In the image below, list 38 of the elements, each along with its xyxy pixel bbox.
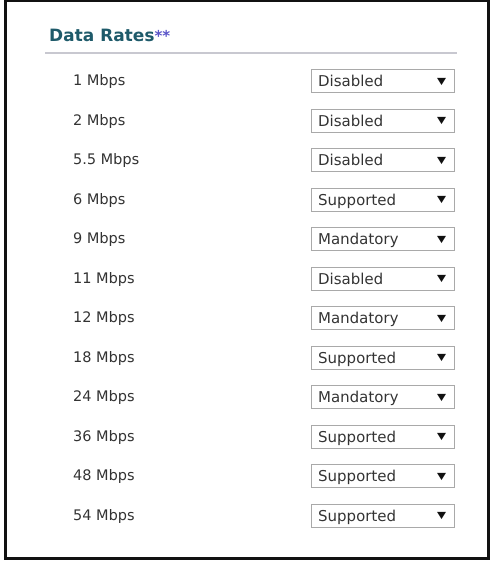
rate-label: 48 Mbps [73,468,135,484]
rate-label: 54 Mbps [73,508,135,524]
caret-icon [437,353,446,362]
rate-label: 1 Mbps [73,73,126,89]
caret-icon [437,116,446,125]
rate-dropdown[interactable]: Mandatory [311,306,455,330]
rate-label: 5.5 Mbps [73,152,140,168]
caret-icon [437,472,446,480]
rate-label: 6 Mbps [73,192,126,208]
rate-dropdown[interactable]: Mandatory [311,227,455,251]
rate-dropdown[interactable]: Supported [311,188,455,212]
rate-dropdown[interactable]: Supported [311,504,455,528]
caret-icon [437,156,446,164]
rate-label: 9 Mbps [73,231,126,247]
rate-dropdown[interactable]: Disabled [311,69,455,93]
caret-icon [437,432,446,441]
rate-dropdown[interactable]: Supported [311,464,455,488]
section-title: Data Rates [49,26,154,46]
rate-dropdown[interactable]: Disabled [311,266,455,290]
caret-icon [437,274,446,283]
rate-label: 12 Mbps [73,310,135,326]
caret-icon [437,234,446,244]
caret-icon [437,76,446,86]
caret-icon [437,511,446,520]
rate-label: 36 Mbps [73,428,135,444]
rate-label: 2 Mbps [73,112,126,128]
rate-dropdown[interactable]: Disabled [311,148,455,172]
rate-label: 11 Mbps [73,270,135,286]
rate-label: 24 Mbps [73,389,135,405]
rate-dropdown[interactable]: Disabled [311,108,455,132]
rate-label: 18 Mbps [73,350,135,366]
caret-icon [437,314,446,322]
rate-dropdown[interactable]: Mandatory [311,385,455,409]
rate-dropdown[interactable]: Supported [311,424,455,448]
rate-dropdown[interactable]: Supported [311,346,455,370]
caret-icon [437,392,446,402]
required-mark: ** [154,27,170,45]
caret-icon [437,195,446,204]
